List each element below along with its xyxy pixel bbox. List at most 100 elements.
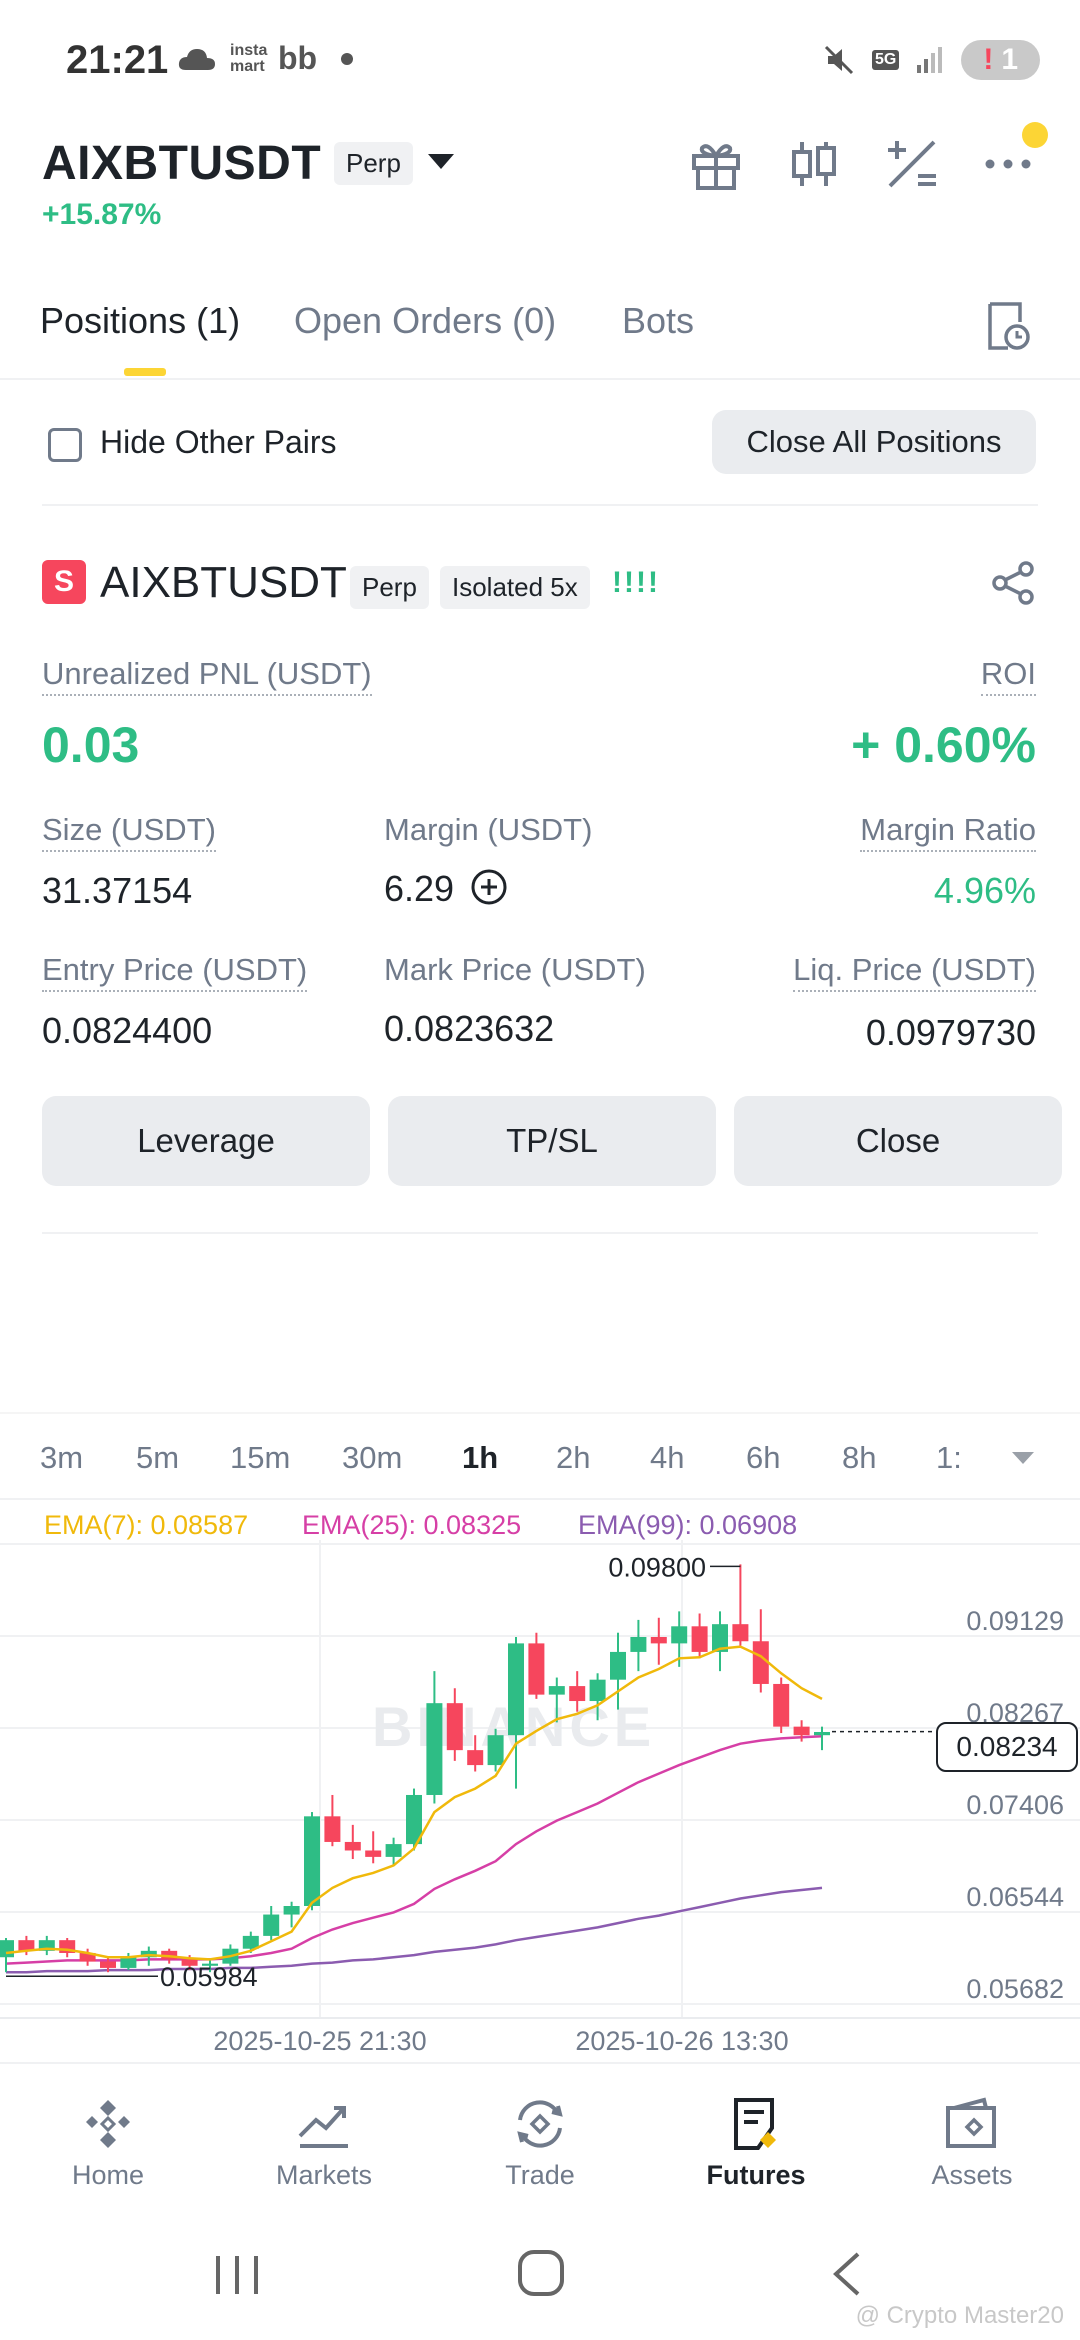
nav-assets[interactable]: Assets (882, 2096, 1062, 2191)
candle-body (548, 1686, 565, 1695)
bb-icon: bb (278, 40, 318, 76)
margin-ratio-label[interactable]: Margin Ratio (860, 812, 1036, 852)
margin-mode-tag[interactable]: Isolated 5x (440, 566, 590, 609)
candle-body (487, 1735, 504, 1766)
candle-body (446, 1703, 463, 1751)
notification-pill: ! 1 (961, 40, 1040, 80)
leverage-button[interactable]: Leverage (42, 1096, 370, 1186)
high-price-label: 0.09800 (608, 1552, 706, 1582)
candle-body (569, 1686, 586, 1702)
close-position-button[interactable]: Close (734, 1096, 1062, 1186)
tab-bots[interactable]: Bots (622, 300, 694, 342)
tpsl-button[interactable]: TP/SL (388, 1096, 716, 1186)
tab-positions[interactable]: Positions (1) (40, 300, 240, 342)
back-icon[interactable] (826, 2250, 866, 2298)
gift-icon[interactable] (686, 134, 746, 194)
y-tick-label: 0.09991 (966, 1540, 1064, 1544)
candle-body (426, 1703, 443, 1795)
timeframe-3m[interactable]: 3m (40, 1440, 83, 1476)
timeframe-dropdown-caret[interactable] (1012, 1452, 1034, 1464)
nav-markets[interactable]: Markets (234, 2096, 414, 2191)
status-time: 21:21 (66, 38, 169, 82)
roi-value: + 0.60% (851, 717, 1036, 773)
nav-trade[interactable]: Trade (450, 2096, 630, 2191)
y-tick-label: 0.07406 (966, 1790, 1064, 1820)
x-tick-label: 2025-10-25 21:30 (213, 2026, 426, 2056)
nav-home[interactable]: Home (18, 2096, 198, 2191)
nav-markets-label: Markets (275, 2160, 373, 2190)
size-label[interactable]: Size (USDT) (42, 812, 216, 852)
timeframe-12h[interactable]: 1: (936, 1440, 960, 1476)
candle-body (650, 1636, 667, 1644)
nav-trade-label: Trade (505, 2160, 575, 2190)
tab-open-orders[interactable]: Open Orders (0) (294, 300, 556, 342)
trade-icon (517, 2100, 563, 2148)
y-tick-label: 0.05682 (966, 1974, 1064, 2004)
x-tick-label: 2025-10-26 13:30 (575, 2026, 788, 2056)
hide-other-pairs-label[interactable]: Hide Other Pairs (100, 424, 337, 461)
unrealized-pnl-label[interactable]: Unrealized PNL (USDT) (42, 656, 372, 696)
candle-body (283, 1906, 300, 1915)
add-margin-icon[interactable] (470, 868, 508, 906)
candle-body (814, 1731, 830, 1736)
price-chart[interactable]: BINANCE0.099910.091290.082670.074060.065… (0, 1540, 1080, 2060)
unrealized-pnl-value: 0.03 (42, 717, 140, 773)
ema25-legend: EMA(25): 0.08325 (302, 1510, 522, 1540)
timeframe-6h[interactable]: 6h (746, 1440, 780, 1476)
candle-body (589, 1679, 606, 1702)
instamart-icon: insta mart (230, 41, 268, 75)
bottom-nav: Home Markets Trade Futures Assets (0, 2062, 1080, 2212)
timeframe-5m[interactable]: 5m (136, 1440, 179, 1476)
candle-body (793, 1726, 810, 1736)
liq-price-label[interactable]: Liq. Price (USDT) (793, 952, 1036, 992)
watermark-text: @ Crypto Master20 (855, 2302, 1064, 2329)
positions-tabs: Positions (1) Open Orders (0) Bots (0, 290, 1080, 380)
markets-icon (298, 2106, 348, 2148)
timeframe-1h[interactable]: 1h (462, 1440, 498, 1476)
pair-dropdown-caret[interactable] (428, 154, 454, 169)
status-left-icons: insta mart bb (178, 40, 354, 77)
recent-apps-icon[interactable] (212, 2252, 262, 2298)
hide-other-pairs-checkbox[interactable] (48, 428, 82, 462)
calculator-icon[interactable] (882, 134, 942, 194)
risk-indicator: !!!! (612, 566, 660, 599)
share-icon[interactable] (990, 560, 1036, 606)
entry-price-label[interactable]: Entry Price (USDT) (42, 952, 308, 992)
timeframe-15m[interactable]: 15m (230, 1440, 290, 1476)
pair-title[interactable]: AIXBTUSDT (42, 136, 321, 191)
candle-body (344, 1841, 361, 1851)
position-contract-tag: Perp (350, 566, 429, 609)
nav-assets-label: Assets (931, 2160, 1013, 2190)
candle-body (100, 1961, 116, 1968)
y-tick-label: 0.09129 (966, 1606, 1064, 1636)
candle-body (691, 1626, 708, 1652)
candle-body (365, 1850, 382, 1857)
price-change: +15.87% (42, 198, 162, 231)
candle-body (120, 1957, 137, 1968)
position-pair[interactable]: AIXBTUSDT (100, 558, 347, 608)
divider (42, 1232, 1038, 1234)
candle-body (0, 1940, 14, 1958)
candle-body (508, 1643, 524, 1736)
timeframe-4h[interactable]: 4h (650, 1440, 684, 1476)
history-icon[interactable] (986, 300, 1030, 352)
candle-body (773, 1683, 790, 1727)
candlestick-icon[interactable] (784, 134, 844, 194)
dot-icon (341, 52, 354, 65)
timeframe-2h[interactable]: 2h (556, 1440, 590, 1476)
size-value: 31.37154 (42, 870, 193, 911)
home-button-icon[interactable] (516, 2248, 566, 2298)
nav-futures[interactable]: Futures (666, 2096, 846, 2191)
home-icon (86, 2100, 130, 2148)
entry-price-value: 0.0824400 (42, 1010, 213, 1051)
liq-price-value: 0.0979730 (865, 1012, 1036, 1053)
roi-label[interactable]: ROI (980, 656, 1036, 696)
close-all-positions-button[interactable]: Close All Positions (712, 410, 1036, 474)
low-price-label: 0.05984 (160, 1962, 258, 1992)
futures-icon (734, 2098, 776, 2150)
margin-ratio-value: 4.96% (933, 870, 1036, 911)
timeframe-8h[interactable]: 8h (842, 1440, 876, 1476)
timeframe-30m[interactable]: 30m (342, 1440, 402, 1476)
ema7-legend: EMA(7): 0.08587 (44, 1510, 249, 1540)
candle-body (263, 1914, 280, 1936)
